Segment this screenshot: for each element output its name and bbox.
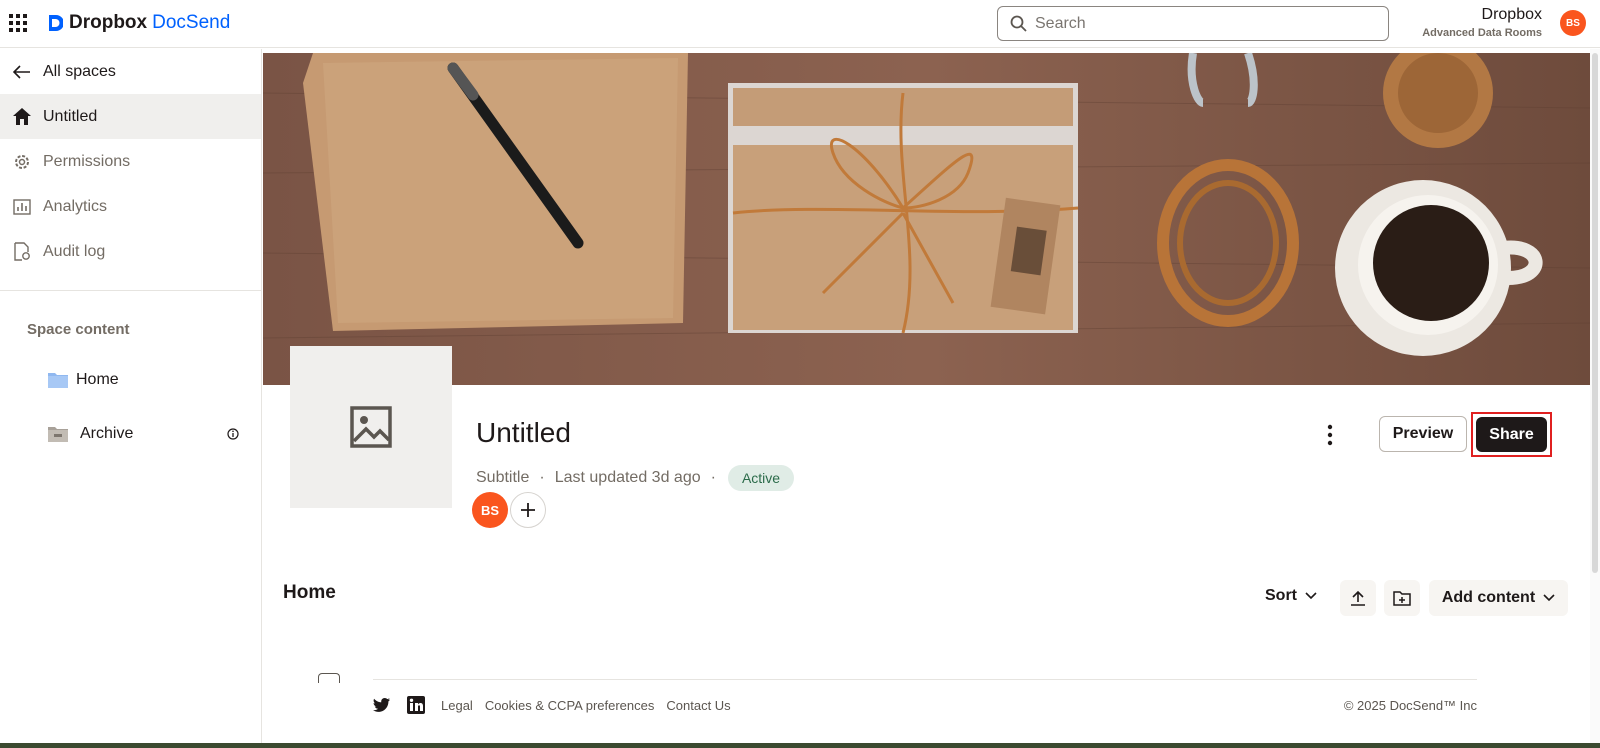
brand-logo[interactable]: Dropbox DocSend: [47, 12, 230, 34]
separator-dot: ·: [710, 469, 716, 486]
all-spaces-link[interactable]: All spaces: [0, 49, 261, 94]
add-content-button[interactable]: Add content: [1429, 580, 1568, 616]
space-subtitle[interactable]: Subtitle: [476, 469, 529, 487]
scrollbar-thumb[interactable]: [1592, 53, 1598, 573]
sidebar-item-audit-log[interactable]: Audit log: [0, 229, 261, 274]
footer-link-cookies[interactable]: Cookies & CCPA preferences: [485, 698, 655, 713]
org-plan: Advanced Data Rooms: [1422, 27, 1542, 39]
home-icon: [12, 107, 32, 127]
cover-photo-illustration: [263, 53, 1590, 385]
docsend-logo-icon: [49, 15, 63, 31]
plus-icon: [521, 503, 535, 517]
info-icon[interactable]: [227, 428, 239, 440]
sidebar-item-analytics[interactable]: Analytics: [0, 184, 261, 229]
twitter-icon[interactable]: [373, 696, 391, 714]
select-all-checkbox[interactable]: [318, 673, 340, 683]
brand-primary: Dropbox: [69, 12, 148, 33]
search-input[interactable]: Search: [997, 6, 1389, 41]
desktop-background-strip: [0, 743, 1600, 748]
upload-icon: [1351, 590, 1365, 606]
page-scrollbar[interactable]: [1590, 49, 1600, 748]
cover-image: [263, 53, 1590, 385]
new-folder-button[interactable]: [1384, 580, 1420, 616]
sidebar-item-label: Audit log: [43, 242, 106, 260]
sidebar-item-label: Untitled: [43, 107, 98, 125]
folder-plus-icon: [1393, 590, 1411, 606]
tree-item-label: Archive: [80, 425, 134, 442]
preview-button[interactable]: Preview: [1379, 416, 1467, 452]
copyright-text: © 2025 DocSend™ Inc: [1343, 697, 1477, 713]
separator-dot: ·: [539, 469, 545, 486]
member-list: BS: [472, 492, 546, 528]
tree-item-home[interactable]: Home: [0, 353, 261, 407]
sidebar-item-untitled[interactable]: Untitled: [0, 94, 261, 139]
footer-link-legal[interactable]: Legal: [441, 698, 473, 713]
section-title: Home: [283, 582, 336, 603]
org-name: Dropbox: [1481, 6, 1542, 23]
image-placeholder-icon: [350, 406, 392, 448]
folder-icon: [48, 373, 68, 388]
share-button[interactable]: Share: [1476, 417, 1547, 452]
main-content: Untitled Subtitle · Last updated 3d ago …: [263, 49, 1600, 748]
last-updated-text: Last updated 3d ago: [554, 469, 701, 486]
user-avatar[interactable]: BS: [1560, 10, 1586, 36]
tree-item-archive[interactable]: Archive: [0, 407, 261, 461]
arrow-left-icon: [12, 62, 32, 82]
tree-item-label: Home: [76, 371, 119, 388]
member-avatar[interactable]: BS: [472, 492, 508, 528]
search-placeholder: Search: [1035, 14, 1086, 32]
brand-secondary: DocSend: [152, 12, 231, 33]
search-icon: [1010, 15, 1027, 32]
space-meta: Subtitle · Last updated 3d ago · Active: [476, 465, 795, 491]
chevron-down-icon: [1543, 594, 1555, 602]
add-content-label: Add content: [1441, 589, 1536, 606]
sort-label: Sort: [1265, 587, 1297, 604]
footer: Legal Cookies & CCPA preferences Contact…: [373, 680, 1477, 730]
top-bar: Dropbox DocSend Search Dropbox Advanced …: [0, 0, 1600, 48]
chevron-down-icon: [1305, 592, 1317, 600]
chart-icon: [12, 197, 32, 217]
status-badge: Active: [727, 465, 795, 491]
space-thumbnail[interactable]: [290, 346, 452, 508]
sort-dropdown[interactable]: Sort: [1265, 587, 1317, 605]
linkedin-icon[interactable]: [407, 696, 425, 714]
upload-button[interactable]: [1340, 580, 1376, 616]
space-content-heading: Space content: [27, 321, 130, 338]
share-button-highlight: Share: [1471, 412, 1552, 457]
space-title[interactable]: Untitled: [476, 417, 571, 449]
sidebar-item-label: Permissions: [43, 152, 131, 170]
add-member-button[interactable]: [510, 492, 546, 528]
footer-link-contact[interactable]: Contact Us: [666, 698, 730, 713]
archive-icon: [48, 427, 68, 442]
audit-log-icon: [12, 242, 32, 262]
app-grid-icon[interactable]: [9, 14, 27, 32]
sidebar: All spaces Untitled Permissions Analytic…: [0, 49, 262, 748]
all-spaces-label: All spaces: [43, 62, 116, 80]
org-switcher[interactable]: Dropbox Advanced Data Rooms: [1422, 6, 1542, 39]
gear-icon: [12, 152, 32, 172]
more-options-icon[interactable]: [1320, 423, 1340, 447]
sidebar-item-permissions[interactable]: Permissions: [0, 139, 261, 184]
sidebar-item-label: Analytics: [43, 197, 108, 215]
